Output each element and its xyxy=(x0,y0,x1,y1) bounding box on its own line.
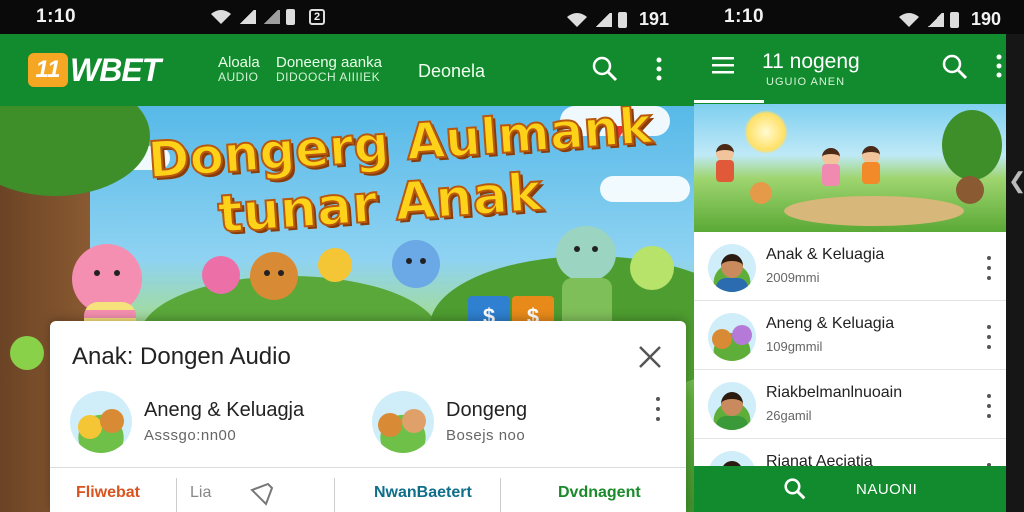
dialog-list-item[interactable]: Aneng & Keluagja Asssgo:nn00 xyxy=(70,389,370,455)
item-subtitle: Bosejs noo xyxy=(446,427,526,444)
divider xyxy=(334,478,335,512)
app-subtitle: UGUIO ANEN xyxy=(766,76,846,88)
yellow-bear-character xyxy=(318,248,352,282)
pin-icon[interactable] xyxy=(248,480,276,506)
sun xyxy=(744,110,788,154)
item-subtitle: 2009mmi xyxy=(766,270,820,285)
status-bar-left: 1:10 2 191 xyxy=(0,0,694,34)
status-right-text: 190 xyxy=(971,9,1002,29)
brown-bear-character xyxy=(250,252,298,300)
item-subtitle: Asssgo:nn00 xyxy=(144,427,237,444)
signal-icon xyxy=(594,12,612,27)
more-vert-icon[interactable] xyxy=(996,54,1002,83)
action-button-4[interactable]: Dvdnagent xyxy=(558,484,641,502)
battery-icon xyxy=(618,11,627,28)
brand-logo[interactable]: 11 WBET xyxy=(28,51,161,89)
nav-item-label: Aloala xyxy=(218,54,260,71)
notification-badge: 2 xyxy=(309,9,325,25)
status-right-text: 191 xyxy=(639,9,670,29)
dialog-card: Anak: Dongen Audio Aneng & Keluagja Asss… xyxy=(50,321,686,512)
status-icons-center: 2 xyxy=(210,9,325,25)
wifi-icon xyxy=(211,10,231,24)
chevron-left-icon[interactable]: ❮ xyxy=(1008,168,1024,194)
app-title: 11 nogeng xyxy=(762,50,860,73)
list-item[interactable]: Anak & Keluagia 2009mmi xyxy=(694,232,1006,301)
small-pink-character xyxy=(202,256,240,294)
battery-icon xyxy=(286,9,295,25)
search-icon[interactable] xyxy=(942,54,968,85)
signal-icon xyxy=(262,10,280,24)
status-time: 1:10 xyxy=(36,6,77,27)
nav-item-dongeng-anak[interactable]: Doneeng aanka DIDOOCH AIIIIEK xyxy=(276,54,382,84)
action-button-2[interactable]: Lia xyxy=(190,484,211,502)
item-title: Riakbelmanlnuoain xyxy=(766,384,903,401)
left-app-screen: 11 WBET Aloala AUDIO Doneeng aanka DIDOO… xyxy=(0,34,694,512)
action-button-3[interactable]: NwanBaetert xyxy=(374,484,472,502)
nav-item-audio[interactable]: Aloala AUDIO xyxy=(218,54,260,84)
bear-character xyxy=(750,182,772,204)
battery-icon xyxy=(950,11,959,28)
divider xyxy=(176,478,177,512)
app-bar: 11 nogeng UGUIO ANEN xyxy=(694,34,1006,104)
item-avatar xyxy=(708,244,756,292)
dialog-actions: Fliwebat Lia NwanBaetert Dvdnagent xyxy=(50,467,686,512)
more-vert-icon[interactable] xyxy=(644,54,674,84)
more-vert-icon[interactable] xyxy=(655,397,661,421)
list-item[interactable]: Riakbelmanlnuoain 26gamil xyxy=(694,370,1006,439)
close-icon[interactable] xyxy=(634,341,666,373)
divider xyxy=(500,478,501,512)
item-thumbnail xyxy=(372,391,434,453)
item-thumbnail xyxy=(70,391,132,453)
nav-item-sublabel: AUDIO xyxy=(218,70,259,84)
nav-item-label: Doneeng aanka xyxy=(276,54,382,71)
dialog-list-item[interactable]: Dongeng Bosejs noo xyxy=(372,389,672,455)
nav-item-deonela[interactable]: Deonela xyxy=(418,61,485,82)
logo-text: WBET xyxy=(70,51,161,88)
item-title: Aneng & Keluagia xyxy=(766,315,895,332)
dog-character xyxy=(956,176,984,204)
list-item[interactable]: Aneng & Keluagia 109gmmil xyxy=(694,301,1006,370)
nav-item-sublabel: DIDOOCH AIIIIEK xyxy=(276,70,381,84)
screen-edge xyxy=(1006,34,1024,512)
item-avatar xyxy=(708,382,756,430)
bottom-bar-label: NAUONI xyxy=(856,481,918,498)
dialog-title: Anak: Dongen Audio xyxy=(72,343,291,370)
action-button-1[interactable]: Fliwebat xyxy=(76,484,140,502)
search-icon[interactable] xyxy=(590,54,620,84)
bottom-bar[interactable]: NAUONI xyxy=(694,466,1006,512)
search-icon[interactable] xyxy=(784,478,806,505)
wifi-icon xyxy=(567,12,587,27)
more-vert-icon[interactable] xyxy=(986,325,992,349)
signal-icon xyxy=(926,12,944,27)
menu-icon[interactable] xyxy=(712,56,734,79)
blue-bear-character xyxy=(392,240,440,288)
right-app-screen: 11 nogeng UGUIO ANEN Anak & Keluagia 200… xyxy=(694,34,1006,512)
tab-indicator xyxy=(694,100,764,103)
item-subtitle: 109gmmil xyxy=(766,339,823,354)
item-avatar xyxy=(708,313,756,361)
dirt-path xyxy=(784,196,964,226)
green-bird-character xyxy=(10,336,44,370)
signal-icon xyxy=(238,10,256,24)
more-vert-icon[interactable] xyxy=(986,394,992,418)
wifi-icon xyxy=(899,12,919,27)
logo-mark: 11 xyxy=(28,53,68,87)
app-bar: 11 WBET Aloala AUDIO Doneeng aanka DIDOO… xyxy=(0,34,694,106)
item-title: Aneng & Keluagja xyxy=(144,399,305,421)
status-icons: 190 xyxy=(898,9,1001,30)
item-title: Dongeng xyxy=(446,399,528,421)
teal-character xyxy=(556,226,616,282)
tree xyxy=(942,110,1002,180)
status-icons-right: 191 xyxy=(566,9,669,30)
hero-illustration[interactable] xyxy=(694,104,1006,232)
status-bar-right: 1:10 190 xyxy=(694,0,1024,34)
item-title: Anak & Keluagia xyxy=(766,246,885,263)
item-subtitle: 26gamil xyxy=(766,408,812,423)
more-vert-icon[interactable] xyxy=(986,256,992,280)
status-time: 1:10 xyxy=(724,6,765,27)
green-character xyxy=(630,246,674,290)
